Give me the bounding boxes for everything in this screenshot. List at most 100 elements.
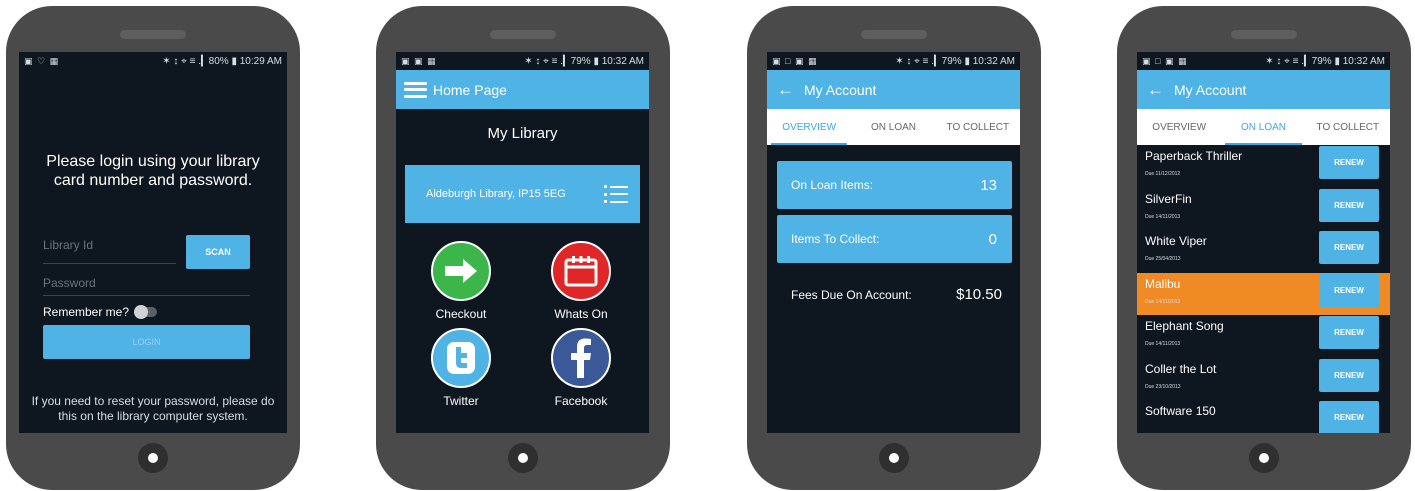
fees-label: Fees Due On Account: <box>791 287 912 302</box>
status-right: ✶ ↕ ⌖ ≡ .▎79% ▮ 10:32 AM <box>1265 55 1385 67</box>
remember-me-row: Remember me? <box>43 305 158 319</box>
notification-icons: ▣ ♡ ▦ <box>24 55 60 66</box>
loan-title: Software 150 <box>1145 404 1216 418</box>
fees-row: Fees Due On Account: $10.50 <box>791 286 1002 303</box>
phone-login: ▣ ♡ ▦ ✶ ↕ ⌖ ≡ .▎80% ▮ 10:29 AM Please lo… <box>6 6 300 490</box>
home-button[interactable] <box>1249 443 1279 473</box>
status-right: ✶ ↕ ⌖ ≡ .▎79% ▮ 10:32 AM <box>895 55 1015 67</box>
loan-due-date: Due 14/11/2013 <box>1145 341 1181 347</box>
speaker-grille <box>1231 30 1297 39</box>
tab-overview[interactable]: OVERVIEW <box>1137 109 1221 145</box>
page-title: My Account <box>1174 81 1247 98</box>
login-heading: Please login using your library card num… <box>46 153 260 189</box>
tab-overview[interactable]: OVERVIEW <box>767 109 851 145</box>
facebook-label: Facebook <box>554 394 608 408</box>
renew-button[interactable]: RENEW <box>1319 358 1379 392</box>
twitter-tile[interactable]: Twitter <box>416 328 506 408</box>
notification-icons: ▣ ▣ ▦ <box>401 55 437 66</box>
tab-on-loan[interactable]: ON LOAN <box>1221 109 1305 145</box>
remember-me-label: Remember me? <box>43 305 130 319</box>
loan-due-date: Due 14/11/2013 <box>1145 213 1181 220</box>
renew-button[interactable]: RENEW <box>1319 188 1379 222</box>
phone-account-on-loan: ▣ □ ▣ ▦ ✶ ↕ ⌖ ≡ .▎79% ▮ 10:32 AM ← My Ac… <box>1117 6 1411 490</box>
home-button[interactable] <box>138 443 168 473</box>
checkout-label: Checkout <box>435 307 487 321</box>
page-title: Home Page <box>433 81 507 98</box>
renew-button[interactable]: RENEW <box>1319 401 1379 433</box>
library-id-placeholder: Library Id <box>43 238 94 252</box>
login-button[interactable]: LOGIN <box>43 325 250 359</box>
renew-button[interactable]: RENEW <box>1319 316 1379 349</box>
tab-to-collect[interactable]: TO COLLECT <box>936 109 1020 145</box>
back-arrow-icon[interactable]: ← <box>777 80 794 100</box>
notification-icons: ▣ □ ▣ ▦ <box>1142 55 1188 66</box>
facebook-icon <box>551 328 611 388</box>
menu-icon[interactable] <box>404 81 427 98</box>
calendar-icon <box>551 241 611 301</box>
phone-account-overview: ▣ □ ▣ ▦ ✶ ↕ ⌖ ≡ .▎79% ▮ 10:32 AM ← My Ac… <box>747 6 1041 490</box>
loan-title: Elephant Song <box>1145 319 1224 333</box>
phone-home: ▣ ▣ ▦ ✶ ↕ ⌖ ≡ .▎79% ▮ 10:32 AM Home Page… <box>376 6 670 490</box>
library-heading: My Library <box>487 125 558 142</box>
to-collect-label: Items To Collect: <box>791 232 880 246</box>
status-bar: ▣ □ ▣ ▦ ✶ ↕ ⌖ ≡ .▎79% ▮ 10:32 AM <box>1137 52 1390 70</box>
to-collect-count: 0 <box>988 230 997 248</box>
twitter-label: Twitter <box>443 394 479 408</box>
account-tabs: OVERVIEW ON LOAN TO COLLECT <box>1137 109 1390 145</box>
on-loan-count: 13 <box>980 176 997 194</box>
whats-on-label: Whats On <box>554 307 608 321</box>
page-title: My Account <box>804 81 877 98</box>
checkout-tile[interactable]: Checkout <box>416 241 506 321</box>
status-right: ✶ ↕ ⌖ ≡ .▎79% ▮ 10:32 AM <box>524 55 644 67</box>
loan-title: SilverFin <box>1145 191 1192 206</box>
login-screen: ▣ ♡ ▦ ✶ ↕ ⌖ ≡ .▎80% ▮ 10:29 AM Please lo… <box>19 52 287 433</box>
reset-password-text: If you need to reset your password, plea… <box>31 394 275 423</box>
speaker-grille <box>861 30 927 39</box>
loan-due-date: Due 25/04/2013 <box>1145 256 1181 262</box>
loan-title: White Viper <box>1145 234 1207 248</box>
notification-icons: ▣ □ ▣ ▦ <box>772 55 818 66</box>
home-button[interactable] <box>879 443 909 473</box>
app-bar: ← My Account <box>1137 70 1390 109</box>
back-arrow-icon[interactable]: ← <box>1147 80 1164 100</box>
loan-title: Malibu <box>1145 276 1181 291</box>
tab-to-collect[interactable]: TO COLLECT <box>1306 109 1390 145</box>
library-id-field[interactable]: Library Id <box>43 238 176 264</box>
on-loan-label: On Loan Items: <box>791 178 874 192</box>
twitter-icon <box>431 328 491 388</box>
branch-card[interactable]: Aldeburgh Library, IP15 5EG <box>405 165 640 223</box>
password-field[interactable]: Password <box>43 276 250 296</box>
facebook-tile[interactable]: Facebook <box>536 328 626 408</box>
app-bar: Home Page <box>396 70 649 109</box>
loan-due-date: Due 14/11/2013 <box>1145 298 1181 305</box>
loan-row: Software 150 RENEW <box>1137 400 1390 433</box>
loan-title: Coller the Lot <box>1145 361 1217 376</box>
status-bar: ▣ ♡ ▦ ✶ ↕ ⌖ ≡ .▎80% ▮ 10:29 AM <box>19 52 287 70</box>
to-collect-card[interactable]: Items To Collect: 0 <box>777 215 1012 263</box>
speaker-grille <box>490 30 556 39</box>
speaker-grille <box>120 30 186 39</box>
fees-amount: $10.50 <box>956 286 1002 303</box>
on-loan-screen: ▣ □ ▣ ▦ ✶ ↕ ⌖ ≡ .▎79% ▮ 10:32 AM ← My Ac… <box>1137 52 1390 433</box>
scan-button[interactable]: SCAN <box>186 235 250 269</box>
tab-on-loan[interactable]: ON LOAN <box>851 109 935 145</box>
remember-me-toggle[interactable] <box>134 305 158 319</box>
loan-row: Paperback Thriller Due 11/12/2012 RENEW <box>1137 145 1390 188</box>
home-button[interactable] <box>508 443 538 473</box>
arrow-right-icon <box>431 241 491 301</box>
status-right: ✶ ↕ ⌖ ≡ .▎80% ▮ 10:29 AM <box>162 55 282 67</box>
password-placeholder: Password <box>43 276 96 290</box>
list-icon[interactable] <box>604 185 628 203</box>
loan-row: Elephant Song Due 14/11/2013 RENEW <box>1137 315 1390 358</box>
whats-on-tile[interactable]: Whats On <box>536 241 626 321</box>
home-screen: ▣ ▣ ▦ ✶ ↕ ⌖ ≡ .▎79% ▮ 10:32 AM Home Page… <box>396 52 649 433</box>
renew-button[interactable]: RENEW <box>1319 231 1379 264</box>
on-loan-card[interactable]: On Loan Items: 13 <box>777 161 1012 209</box>
renew-button[interactable]: RENEW <box>1319 273 1379 307</box>
loan-row-selected[interactable]: Malibu Due 14/11/2013 RENEW <box>1137 272 1390 315</box>
loan-list: Paperback Thriller Due 11/12/2012 RENEW … <box>1137 145 1390 433</box>
account-screen: ▣ □ ▣ ▦ ✶ ↕ ⌖ ≡ .▎79% ▮ 10:32 AM ← My Ac… <box>767 52 1020 433</box>
loan-row: Coller the Lot Due 23/10/2013 RENEW <box>1137 358 1390 401</box>
status-bar: ▣ □ ▣ ▦ ✶ ↕ ⌖ ≡ .▎79% ▮ 10:32 AM <box>767 52 1020 70</box>
renew-button[interactable]: RENEW <box>1319 146 1379 179</box>
